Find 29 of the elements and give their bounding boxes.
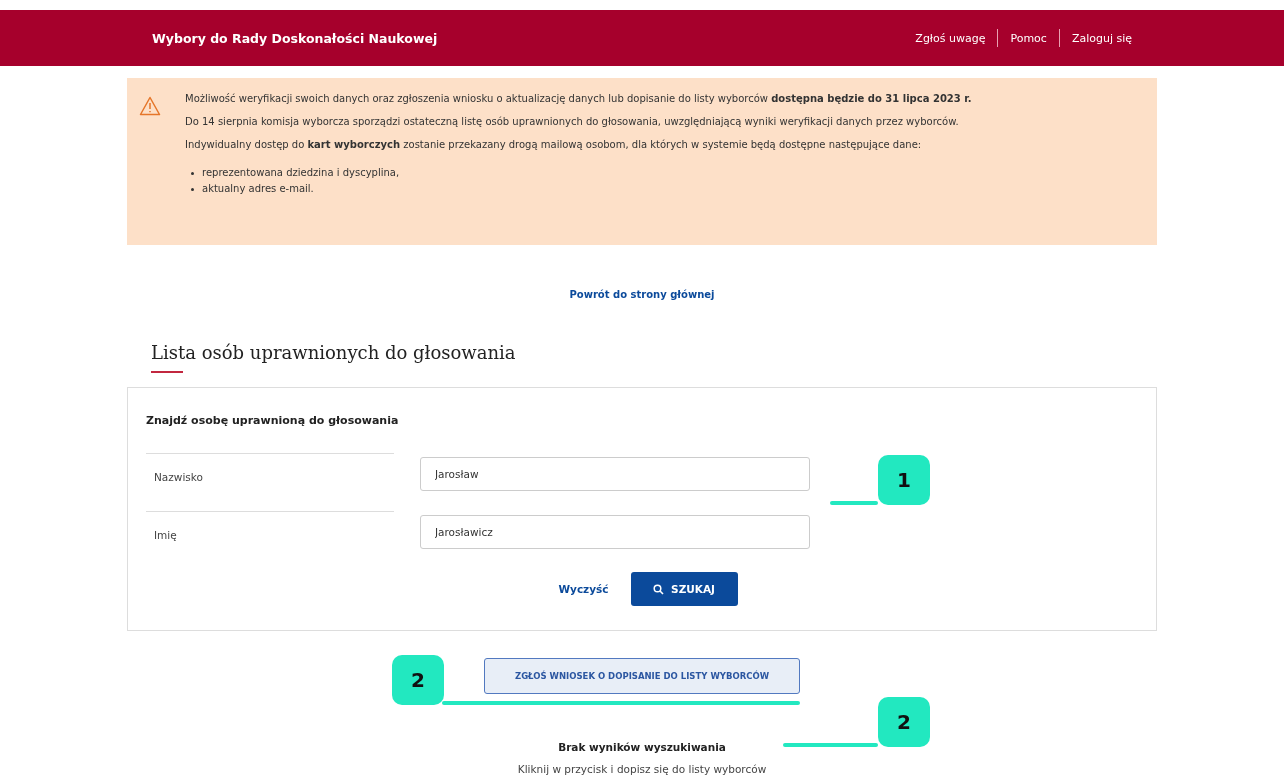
bullet-icon: [191, 187, 194, 191]
notice-text: Możliwość weryfikacji swoich danych oraz zgłoszenia wniosku o aktualizację danych lub dopisanie do listy wyborców dostępna będzie do 31 lipca 2023 r.: [185, 92, 972, 105]
header-link[interactable]: Zaloguj się: [1071, 31, 1132, 45]
back-link[interactable]: Powrót do strony głównej: [569, 289, 715, 300]
search-icon: [653, 583, 665, 595]
empty-text: Kliknij w przycisk i dopisz się do listy wyborców: [517, 763, 767, 775]
notice-bullet: reprezentowana dziedzina i dyscyplina,: [202, 166, 400, 180]
bullet-icon: [191, 171, 194, 175]
clear-link[interactable]: Wyczyść: [558, 583, 609, 595]
field-label: Imię: [146, 511, 394, 553]
page-title: Lista osób uprawnionych do głosowania: [151, 342, 1157, 373]
site-title: Wybory do Rady Doskonałości Naukowej: [152, 30, 438, 46]
callout-badge: 2: [878, 697, 930, 747]
empty-title: Brak wyników wyszukiwania: [558, 741, 726, 753]
notice-bullet: aktualny adres e-mail.: [202, 182, 314, 196]
header-link[interactable]: Pomoc: [1010, 31, 1047, 45]
leader-line: [830, 501, 878, 505]
callout-badge: 1: [878, 455, 930, 505]
notice-text: Indywidualny dostęp do kart wyborczych zostanie przekazany drogą mailową osobom, dla których w systemie będą dostępne następujące dane:: [185, 138, 923, 151]
warning-icon: [139, 96, 161, 116]
notice-text: Do 14 sierpnia komisja wyborcza sporządzi ostateczną listę osób uprawnionych do głosowania, uwzględniającą wyniki weryfikacji danych przez wyborców.: [185, 115, 960, 128]
header-link[interactable]: Zgłoś uwagę: [915, 31, 986, 45]
input-field[interactable]: Jarosław: [420, 457, 810, 491]
request-button[interactable]: ZGŁOŚ WNIOSEK O DOPISANIE DO LISTY WYBORCÓW: [484, 658, 800, 694]
search-title: Znajdź osobę uprawnioną do głosowania: [146, 414, 400, 427]
input-field[interactable]: Jarosławicz: [420, 515, 810, 549]
search-button[interactable]: SZUKAJ: [630, 572, 738, 606]
field-label: Nazwisko: [146, 453, 394, 495]
callout-badge: 2: [392, 655, 444, 705]
